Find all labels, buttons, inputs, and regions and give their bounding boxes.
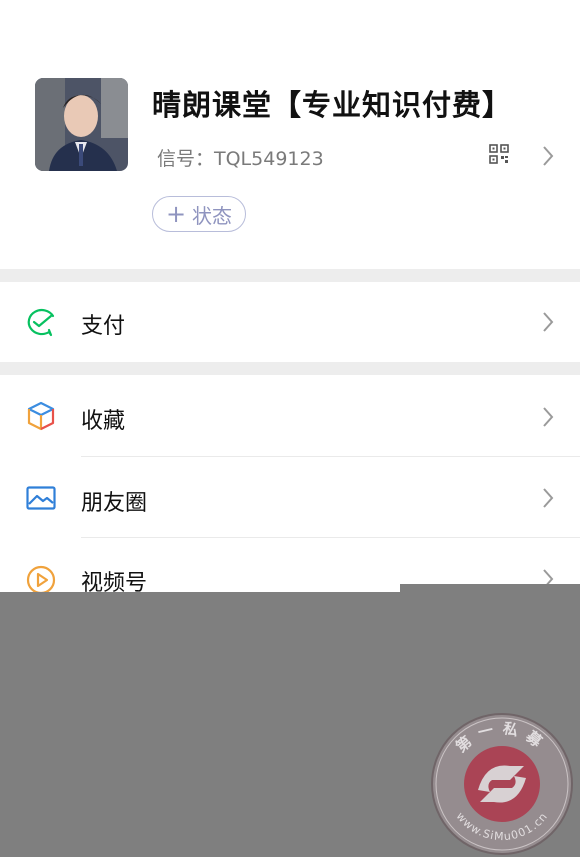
qr-code-icon[interactable] [489, 144, 509, 164]
chevron-right-icon [543, 407, 554, 427]
watermark-seal-logo: 第一私募 www.SiMu001.cn [431, 713, 573, 855]
chevron-right-icon [543, 488, 554, 508]
profile-card[interactable]: 晴朗课堂【专业知识付费】 信号：TQL549123 + 状态 [0, 0, 580, 269]
section-divider [0, 362, 580, 375]
add-status-button[interactable]: + 状态 [152, 196, 246, 232]
menu-item-moments[interactable]: 朋友圈 [0, 457, 580, 537]
profile-name: 晴朗课堂【专业知识付费】 [152, 88, 513, 122]
menu-item-label: 朋友圈 [81, 491, 148, 516]
wallet-check-icon [27, 308, 55, 337]
avatar[interactable] [35, 78, 128, 171]
chevron-right-icon[interactable] [541, 145, 555, 167]
menu-item-favorites[interactable]: 收藏 [0, 375, 580, 456]
image-icon [26, 486, 56, 510]
menu-item-label: 收藏 [81, 409, 126, 434]
plus-icon: + [165, 200, 187, 228]
status-label: 状态 [192, 203, 233, 228]
gray-overlay [400, 584, 580, 594]
menu-item-label: 支付 [81, 314, 126, 339]
wechat-id: 信号：TQL549123 [157, 148, 324, 170]
chevron-right-icon [543, 312, 554, 332]
cube-icon [27, 401, 55, 431]
section-divider [0, 269, 580, 282]
menu-item-pay[interactable]: 支付 [0, 282, 580, 362]
